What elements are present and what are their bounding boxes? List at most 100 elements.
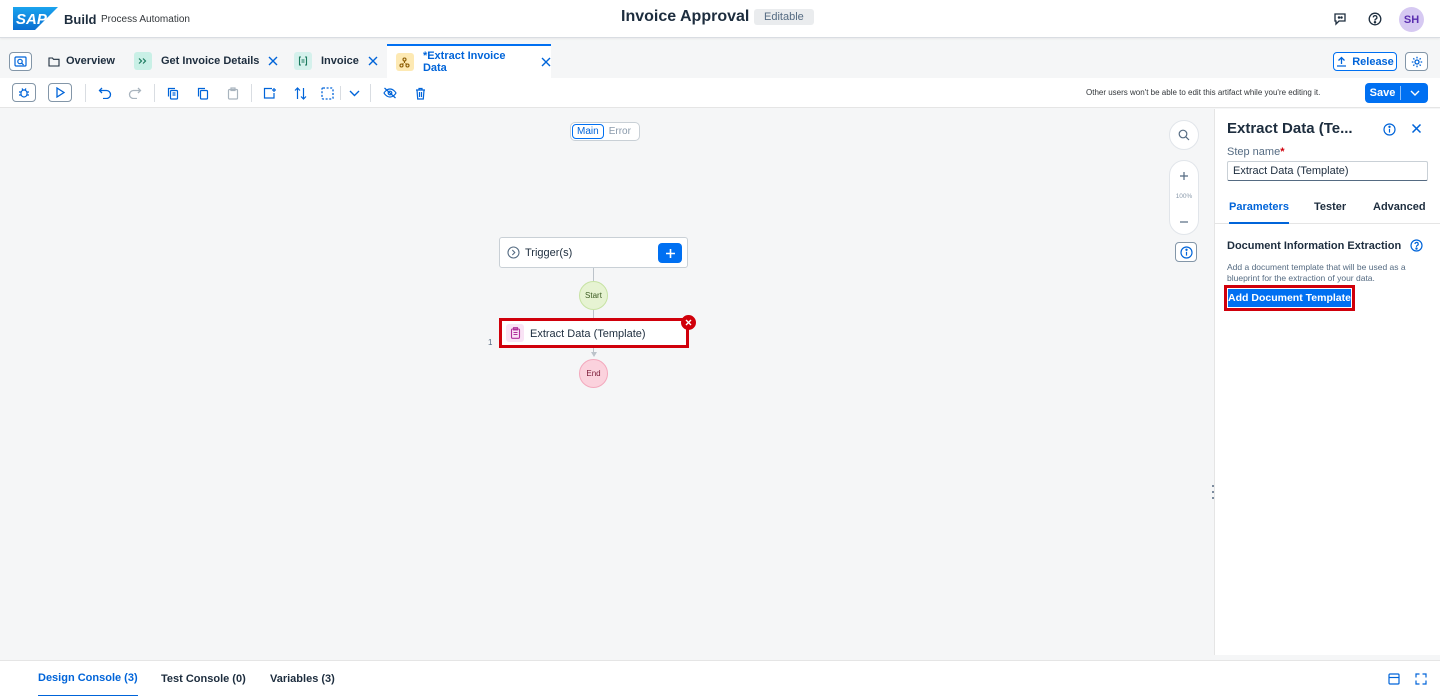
toolbar-separator	[154, 84, 155, 102]
close-icon[interactable]	[541, 57, 551, 67]
add-document-template-button[interactable]: Add Document Template	[1224, 285, 1355, 311]
tab-overview[interactable]: Overview	[48, 44, 115, 78]
tab-label: Overview	[66, 55, 115, 67]
zoom-level[interactable]: 100%	[1170, 193, 1198, 200]
tab-invoice[interactable]: Invoice	[294, 44, 378, 78]
zoom-out-icon[interactable]	[1170, 217, 1198, 227]
shell-bar: SAP Build Process Automation Invoice App…	[0, 0, 1440, 38]
chevron-down-icon[interactable]	[345, 84, 363, 102]
gear-icon	[1411, 56, 1423, 68]
sort-icon[interactable]	[291, 84, 309, 102]
toolbar-separator	[370, 84, 371, 102]
automation-icon	[396, 53, 414, 71]
tab-tester[interactable]: Tester	[1314, 201, 1346, 224]
tab-get-invoice-details[interactable]: Get Invoice Details	[134, 44, 278, 78]
step-name-field[interactable]: Extract Data (Template)	[1227, 161, 1428, 181]
product-name: Process Automation	[101, 14, 190, 25]
toolbar-separator	[85, 84, 86, 102]
panel-tabs: Parameters Tester Advanced	[1215, 194, 1440, 224]
debug-button[interactable]	[12, 83, 36, 102]
tab-advanced[interactable]: Advanced	[1373, 201, 1426, 224]
flow-switch: Main Error	[570, 122, 640, 141]
segment-main[interactable]: Main	[572, 124, 604, 139]
start-node[interactable]: Start	[579, 281, 608, 310]
duplicate-icon[interactable]	[194, 84, 212, 102]
hide-icon[interactable]	[381, 84, 399, 102]
step-number: 1	[488, 338, 493, 347]
tab-label: *Extract Invoice Data	[422, 50, 506, 74]
connector-line	[593, 310, 594, 318]
toolbar-separator	[251, 84, 252, 102]
subprocess-icon	[134, 52, 152, 70]
connector-line	[593, 268, 594, 281]
help-icon[interactable]	[1410, 239, 1423, 252]
add-trigger-button[interactable]	[658, 243, 682, 263]
feedback-icon[interactable]	[1331, 10, 1349, 28]
arrow-down-icon	[591, 352, 597, 357]
panel-title: Extract Data (Te...	[1227, 120, 1353, 137]
step-name-label: Step name*	[1227, 146, 1285, 158]
browse-artifacts-button[interactable]	[9, 52, 32, 71]
help-icon[interactable]	[1366, 10, 1384, 28]
delete-icon[interactable]	[411, 84, 429, 102]
undo-icon[interactable]	[96, 84, 114, 102]
play-icon	[55, 87, 65, 98]
properties-panel: Extract Data (Te... Step name* Extract D…	[1214, 109, 1440, 655]
trigger-label: Trigger(s)	[525, 247, 573, 259]
close-icon[interactable]	[268, 56, 278, 66]
section-title: Document Information Extraction	[1227, 240, 1402, 252]
user-avatar[interactable]: SH	[1399, 7, 1424, 32]
close-icon[interactable]	[368, 56, 378, 66]
selection-icon[interactable]	[318, 84, 336, 102]
folder-icon	[48, 52, 60, 70]
svg-text:SAP: SAP	[16, 11, 48, 28]
toolbar-separator	[340, 86, 341, 100]
copy-icon[interactable]	[164, 84, 182, 102]
tab-extract-invoice-data[interactable]: *Extract Invoice Data	[387, 44, 551, 78]
bug-icon	[18, 87, 30, 99]
project-title: Invoice Approval	[621, 8, 750, 25]
info-icon[interactable]	[1383, 123, 1396, 136]
editor-toolbar: Other users won't be able to edit this a…	[0, 78, 1440, 108]
canvas-search-button[interactable]	[1169, 120, 1199, 150]
sap-logo[interactable]: SAP	[13, 7, 58, 30]
process-canvas[interactable]: Main Error 100% Trigger(s) Start Extract…	[0, 109, 1214, 655]
run-button[interactable]	[48, 83, 72, 102]
segment-error[interactable]: Error	[605, 124, 635, 139]
status-badge: Editable	[754, 9, 814, 25]
tab-label: Invoice	[321, 55, 359, 67]
chevron-down-icon[interactable]	[1401, 90, 1428, 96]
info-icon	[1179, 245, 1193, 259]
clipboard-icon	[506, 324, 524, 342]
form-icon	[294, 52, 312, 70]
tab-design-console[interactable]: Design Console (3)	[38, 661, 138, 696]
panel-toggle-icon[interactable]	[1388, 673, 1400, 685]
fullscreen-icon[interactable]	[1415, 673, 1427, 685]
upload-icon	[1336, 56, 1347, 67]
section-description: Add a document template that will be use…	[1227, 262, 1406, 283]
brand-name: Build	[64, 12, 97, 27]
tab-test-console[interactable]: Test Console (0)	[161, 661, 246, 696]
end-node[interactable]: End	[579, 359, 608, 388]
edit-lock-notice: Other users won't be able to edit this a…	[1086, 88, 1321, 97]
trigger-node[interactable]: Trigger(s)	[499, 237, 688, 268]
tab-label: Get Invoice Details	[161, 55, 260, 67]
step-node-extract-data[interactable]: Extract Data (Template)	[499, 318, 689, 348]
search-icon	[1178, 129, 1190, 141]
add-step-icon[interactable]	[261, 84, 279, 102]
redo-icon[interactable]	[126, 84, 144, 102]
canvas-info-button[interactable]	[1175, 242, 1197, 262]
console-bar: Design Console (3) Test Console (0) Vari…	[0, 660, 1440, 696]
step-label: Extract Data (Template)	[530, 328, 646, 340]
chevron-right-circle-icon	[507, 246, 520, 259]
tab-parameters[interactable]: Parameters	[1229, 201, 1289, 224]
error-icon[interactable]	[681, 315, 696, 330]
zoom-in-icon[interactable]	[1170, 171, 1198, 181]
settings-button[interactable]	[1405, 52, 1428, 71]
close-icon[interactable]	[1411, 123, 1422, 134]
release-button[interactable]: Release	[1333, 52, 1397, 71]
tab-variables[interactable]: Variables (3)	[270, 661, 335, 696]
plus-icon	[665, 248, 676, 259]
save-button[interactable]: Save	[1365, 83, 1428, 103]
paste-icon[interactable]	[224, 84, 242, 102]
